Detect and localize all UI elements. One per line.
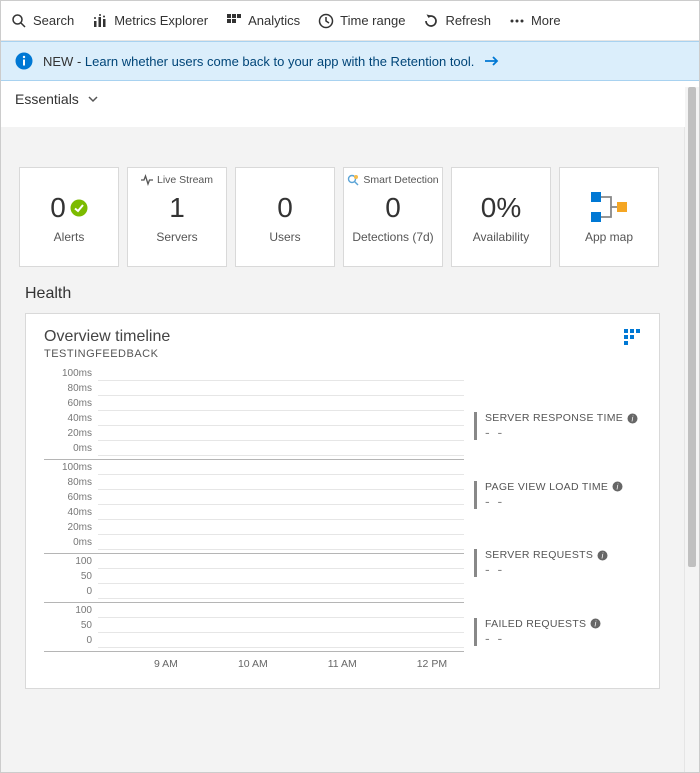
- arrow-right-icon[interactable]: [484, 54, 500, 68]
- svg-text:i: i: [632, 414, 634, 423]
- analytics-icon: [226, 13, 242, 29]
- overview-timeline-card[interactable]: Overview timeline TESTINGFEEDBACK 100ms8…: [25, 313, 660, 689]
- tile-users[interactable]: 0 Users: [235, 167, 335, 267]
- legend-label: PAGE VIEW LOAD TIME i: [485, 481, 641, 493]
- tile-users-value: 0: [277, 194, 293, 222]
- info-icon: i: [612, 481, 623, 492]
- toolbar-metrics-label: Metrics Explorer: [114, 13, 208, 28]
- legend-label: SERVER RESPONSE TIME i: [485, 412, 641, 424]
- tile-detections-label: Detections (7d): [352, 230, 433, 244]
- tile-alerts[interactable]: 0 Alerts: [19, 167, 119, 267]
- x-tick: 12 PM: [417, 658, 447, 670]
- scrollbar-track[interactable]: [685, 87, 699, 772]
- svg-text:i: i: [602, 551, 604, 560]
- toolbar-search[interactable]: Search: [11, 13, 74, 29]
- legend-value: - -: [485, 493, 641, 509]
- svg-text:i: i: [595, 620, 597, 629]
- search-badge-icon: [347, 174, 359, 186]
- more-icon: [509, 13, 525, 29]
- legend-item[interactable]: PAGE VIEW LOAD TIME i - -: [474, 481, 641, 509]
- legend-value: - -: [485, 424, 641, 440]
- check-circle-icon: [70, 199, 88, 217]
- info-icon: [15, 52, 33, 70]
- mini-chart: 100500: [44, 554, 464, 603]
- charts-column: 100ms80ms60ms40ms20ms0ms100ms80ms60ms40m…: [44, 366, 464, 670]
- scrollbar-thumb[interactable]: [688, 87, 696, 567]
- tile-appmap[interactable]: App map: [559, 167, 659, 267]
- info-icon: i: [597, 550, 608, 561]
- toolbar-refresh-label: Refresh: [445, 13, 491, 28]
- refresh-icon: [423, 13, 439, 29]
- pin-button[interactable]: [623, 328, 641, 351]
- legend-label: FAILED REQUESTS i: [485, 618, 641, 630]
- tiles-row: 0 Alerts Live Stream 1 Servers 0 Users S…: [1, 127, 684, 285]
- tile-availability[interactable]: 0% Availability: [451, 167, 551, 267]
- tile-availability-label: Availability: [473, 230, 529, 244]
- x-axis: 9 AM 10 AM 11 AM 12 PM: [44, 658, 464, 670]
- pulse-icon: [141, 174, 153, 186]
- info-icon: i: [627, 413, 638, 424]
- tile-servers-value: 1: [169, 194, 185, 222]
- toolbar-timerange-label: Time range: [340, 13, 405, 28]
- toolbar-more[interactable]: More: [509, 13, 561, 29]
- toolbar-more-label: More: [531, 13, 561, 28]
- svg-text:i: i: [617, 483, 619, 492]
- toolbar-refresh[interactable]: Refresh: [423, 13, 491, 29]
- chart-icon: [92, 13, 108, 29]
- x-tick: 9 AM: [154, 658, 178, 670]
- toolbar-timerange[interactable]: Time range: [318, 13, 405, 29]
- legend-item[interactable]: FAILED REQUESTS i - -: [474, 618, 641, 646]
- tile-detections-header: Smart Detection: [363, 174, 438, 186]
- tile-alerts-value: 0: [50, 194, 66, 222]
- tile-users-label: Users: [269, 230, 300, 244]
- toolbar-search-label: Search: [33, 13, 74, 28]
- mini-chart: 100500: [44, 603, 464, 652]
- section-health-title: Health: [1, 285, 684, 313]
- legend-item[interactable]: SERVER RESPONSE TIME i - -: [474, 412, 641, 440]
- info-icon: i: [590, 618, 601, 629]
- banner-link[interactable]: Learn whether users come back to your ap…: [85, 54, 475, 69]
- content-area: 0 Alerts Live Stream 1 Servers 0 Users S…: [1, 127, 685, 772]
- x-tick: 10 AM: [238, 658, 268, 670]
- mini-chart: 100ms80ms60ms40ms20ms0ms: [44, 460, 464, 554]
- legend-column: SERVER RESPONSE TIME i - - PAGE VIEW LOA…: [474, 366, 641, 670]
- toolbar-metrics[interactable]: Metrics Explorer: [92, 13, 208, 29]
- tile-detections-value: 0: [385, 194, 401, 222]
- clock-icon: [318, 13, 334, 29]
- legend-value: - -: [485, 630, 641, 646]
- mini-chart: 100ms80ms60ms40ms20ms0ms: [44, 366, 464, 460]
- tile-detections[interactable]: Smart Detection 0 Detections (7d): [343, 167, 443, 267]
- legend-value: - -: [485, 561, 641, 577]
- x-tick: 11 AM: [328, 658, 357, 670]
- banner-text: NEW - Learn whether users come back to y…: [43, 54, 474, 69]
- toolbar-analytics-label: Analytics: [248, 13, 300, 28]
- tile-alerts-label: Alerts: [54, 230, 85, 244]
- toolbar-analytics[interactable]: Analytics: [226, 13, 300, 29]
- card-subtitle: TESTINGFEEDBACK: [44, 348, 170, 360]
- tile-appmap-label: App map: [585, 230, 633, 244]
- search-icon: [11, 13, 27, 29]
- tile-servers-header: Live Stream: [157, 174, 213, 186]
- essentials-toggle[interactable]: Essentials: [1, 81, 699, 117]
- essentials-label: Essentials: [15, 91, 79, 107]
- card-title: Overview timeline: [44, 328, 170, 346]
- appmap-icon: [589, 190, 629, 224]
- tile-servers-label: Servers: [156, 230, 197, 244]
- notification-banner: NEW - Learn whether users come back to y…: [1, 41, 699, 81]
- tile-availability-value: 0%: [481, 194, 521, 222]
- legend-item[interactable]: SERVER REQUESTS i - -: [474, 549, 641, 577]
- legend-label: SERVER REQUESTS i: [485, 549, 641, 561]
- toolbar: Search Metrics Explorer Analytics Time r…: [1, 1, 699, 41]
- chevron-down-icon: [87, 93, 99, 105]
- tiles-icon: [623, 328, 641, 346]
- tile-servers[interactable]: Live Stream 1 Servers: [127, 167, 227, 267]
